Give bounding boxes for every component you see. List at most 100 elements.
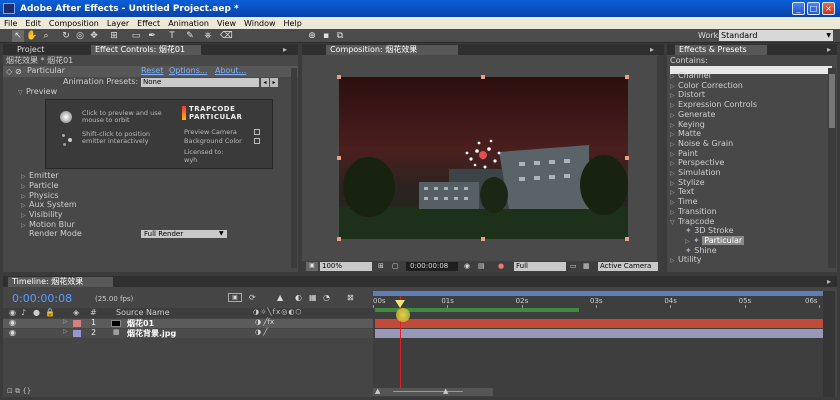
timeline-timecode[interactable]: 0:00:00:08 — [12, 292, 72, 305]
menu-composition[interactable]: Composition — [45, 19, 103, 28]
minimize-button[interactable]: _ — [792, 2, 805, 15]
effects-category-item[interactable]: ▷ Noise & Grain — [670, 139, 733, 149]
mask-visibility-icon[interactable]: ▢ — [392, 262, 399, 270]
effects-category-item[interactable]: ▷ Keying — [670, 120, 705, 130]
zoom-slider-thumb-icon[interactable]: ▲ — [443, 387, 448, 395]
effects-scrollbar[interactable] — [828, 68, 836, 268]
effects-category-item[interactable]: ▷ Color Correction — [670, 81, 743, 91]
particle-group[interactable]: ▷ Particle — [21, 181, 59, 191]
effects-category-item[interactable]: ▷ Paint — [670, 149, 698, 159]
transform-handle[interactable] — [481, 237, 485, 241]
presets-next-icon[interactable]: ▸ — [270, 78, 278, 87]
reset-link[interactable]: Reset — [141, 66, 163, 76]
layer-row[interactable]: ◉ ▷ 1 烟花01 ◑ ╱fx — [3, 318, 375, 328]
tab-timeline[interactable]: Timeline: 烟花效果 — [8, 277, 113, 287]
emitter-group[interactable]: ▷ Emitter — [21, 171, 59, 181]
transform-handle[interactable] — [481, 75, 485, 79]
fx-enable-icon[interactable]: ⊘ — [15, 67, 22, 76]
transform-handle[interactable] — [625, 75, 629, 79]
panel-menu-icon[interactable]: ▸ — [283, 45, 287, 54]
layer-label-color-icon[interactable] — [73, 330, 81, 337]
hide-shy-layers-icon[interactable]: ◐ — [295, 293, 302, 302]
render-mode-select[interactable]: Full Render — [141, 230, 227, 238]
trapcode-effect-item[interactable]: ▷ ✦ Particular — [685, 235, 745, 246]
tab-composition[interactable]: Composition: 烟花效果 — [326, 45, 458, 55]
about-link[interactable]: About... — [215, 66, 246, 76]
camera-select[interactable]: Active Camera — [598, 262, 658, 271]
effects-scroll-thumb[interactable] — [829, 74, 835, 128]
menu-view[interactable]: View — [213, 19, 240, 28]
transform-handle[interactable] — [337, 156, 341, 160]
effects-category-item[interactable]: ▷ Distort — [670, 90, 705, 100]
effects-category-item[interactable]: ▽ Trapcode — [670, 217, 714, 227]
effects-category-item[interactable]: ▷ Perspective — [670, 158, 724, 168]
effects-category-item[interactable]: ▷ Matte — [670, 129, 701, 139]
effects-category-item[interactable]: ▷ Time — [670, 197, 698, 207]
menu-file[interactable]: File — [0, 19, 21, 28]
eraser-tool-icon[interactable]: ⌫ — [220, 30, 233, 42]
tab-effects-presets[interactable]: Effects & Presets — [675, 45, 767, 55]
menu-edit[interactable]: Edit — [21, 19, 45, 28]
effect-controls-scrollbar[interactable] — [291, 68, 297, 268]
clone-stamp-tool-icon[interactable]: ⎈ — [202, 30, 214, 42]
expand-triangle-icon[interactable]: ▷ — [63, 328, 68, 335]
motion-blur-icon[interactable]: ◔ — [323, 293, 330, 302]
maximize-button[interactable]: □ — [807, 2, 820, 15]
timeline-zoom-slider[interactable]: ▲ ▲ — [373, 387, 493, 396]
effects-category-item[interactable]: ▷ Utility — [670, 255, 702, 265]
visibility-group[interactable]: ▷ Visibility — [21, 210, 63, 220]
effects-category-item[interactable]: ▷ Text — [670, 187, 694, 197]
tab-effect-controls[interactable]: Effect Controls: 烟花01 — [91, 45, 201, 55]
layer-duration-bar[interactable] — [375, 319, 823, 328]
brush-tool-icon[interactable]: ✎ — [184, 30, 196, 42]
video-eye-icon[interactable]: ◉ — [9, 318, 16, 327]
panel-menu-icon[interactable]: ▸ — [827, 45, 831, 54]
particular-preview-box[interactable]: Click to preview and use mouse to orbit … — [45, 99, 273, 169]
live-update-icon[interactable]: ⟳ — [249, 293, 256, 302]
effects-category-item[interactable]: ▷ Simulation — [670, 168, 721, 178]
transform-handle[interactable] — [625, 237, 629, 241]
tab-project[interactable]: Project — [13, 45, 48, 55]
layer-switches-icons[interactable]: ◑ ╱ — [255, 328, 268, 336]
zoom-select[interactable]: 100% — [320, 262, 372, 271]
transform-handle[interactable] — [337, 75, 341, 79]
resolution-select[interactable]: Full — [514, 262, 566, 271]
pen-tool-icon[interactable]: ✒ — [146, 30, 158, 42]
menu-layer[interactable]: Layer — [103, 19, 133, 28]
comp-mini-flowchart-icon[interactable]: ▣ — [228, 293, 242, 302]
region-of-interest-icon[interactable]: ▭ — [570, 262, 577, 270]
grid-icon[interactable]: ⊞ — [378, 262, 384, 270]
effects-category-item[interactable]: ▷ Expression Controls — [670, 100, 757, 110]
view-axis-mode-icon[interactable]: ⧉ — [334, 30, 346, 42]
world-axis-mode-icon[interactable]: ▪ — [320, 30, 332, 42]
effects-category-item[interactable]: ▷ Generate — [670, 110, 715, 120]
layer-duration-bar[interactable] — [375, 329, 823, 338]
preview-camera-checkbox[interactable] — [254, 129, 260, 135]
effects-category-item[interactable]: ▷ Stylize — [670, 178, 705, 188]
always-preview-icon[interactable]: ▣ — [306, 262, 318, 271]
menu-animation[interactable]: Animation — [164, 19, 213, 28]
orbit-camera-tool-icon[interactable]: ◎ — [74, 30, 86, 42]
channel-icon[interactable]: ● — [498, 262, 504, 270]
aux-system-group[interactable]: ▷ Aux System — [21, 200, 77, 210]
trapcode-effect-item[interactable]: ✦ 3D Stroke — [685, 226, 734, 236]
background-color-checkbox[interactable] — [254, 138, 260, 144]
timeline-footer-icons[interactable]: ⊡ ⧉ {} — [7, 387, 31, 396]
transform-handle[interactable] — [337, 237, 341, 241]
layer-label-color-icon[interactable] — [73, 320, 81, 327]
show-snapshot-icon[interactable]: ▤ — [478, 262, 485, 270]
rectangle-mask-tool-icon[interactable]: ▭ — [130, 30, 142, 42]
frame-blending-icon[interactable]: ▦ — [309, 293, 317, 302]
layer-switches-icons[interactable]: ◑ ╱fx — [255, 318, 274, 326]
effects-category-item[interactable]: ▷ Channel — [670, 71, 711, 81]
options-link[interactable]: Options... — [169, 66, 208, 76]
close-button[interactable]: × — [822, 2, 835, 15]
track-xy-camera-icon[interactable]: ✥ — [88, 30, 100, 42]
transform-handle[interactable] — [625, 156, 629, 160]
preview-group[interactable]: ▽ Preview — [18, 87, 57, 97]
video-eye-icon[interactable]: ◉ — [9, 328, 16, 337]
type-tool-icon[interactable]: T — [166, 30, 178, 42]
animation-presets-select[interactable]: None — [141, 78, 259, 87]
menu-effect[interactable]: Effect — [133, 19, 164, 28]
time-ruler[interactable]: 00s 01s 02s 03s 04s 05s 06s — [373, 296, 823, 308]
